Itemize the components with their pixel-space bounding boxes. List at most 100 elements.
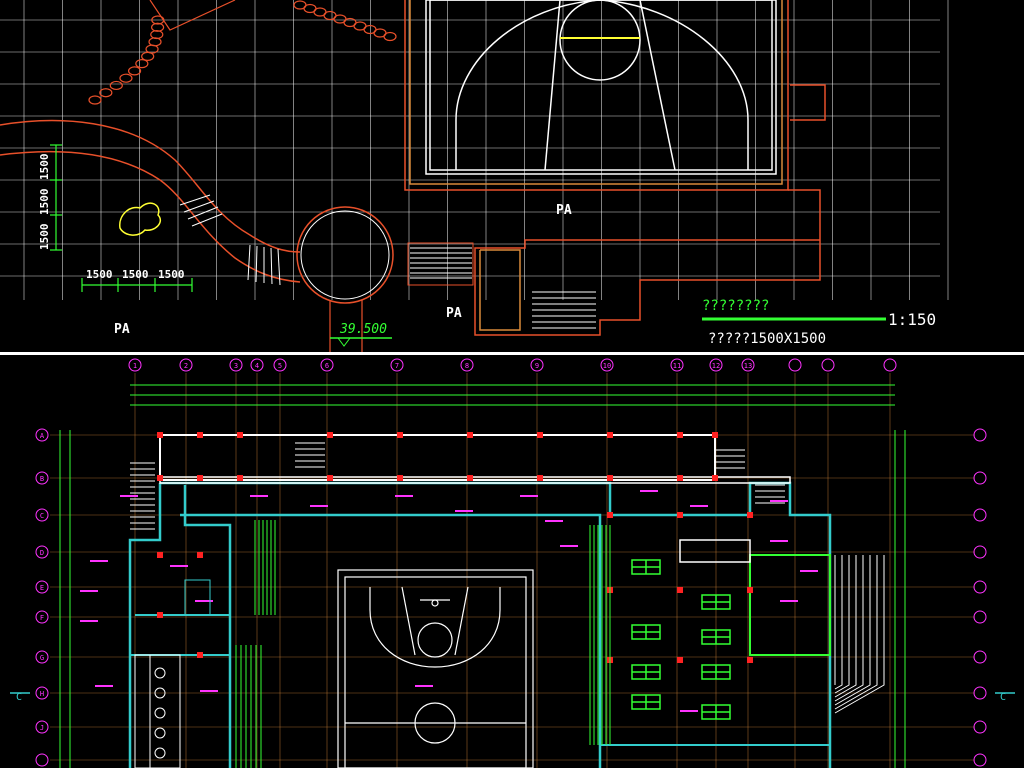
column-axis-bubble bbox=[788, 358, 802, 372]
column-marker bbox=[197, 475, 203, 481]
column-marker bbox=[197, 432, 203, 438]
annotation-text-mark bbox=[640, 490, 658, 492]
legend-title: ???????? bbox=[702, 298, 769, 314]
column-marker bbox=[537, 475, 543, 481]
area-label-left: PA bbox=[114, 322, 130, 337]
column-marker bbox=[237, 475, 243, 481]
column-marker bbox=[677, 587, 683, 593]
row-axis-bubble bbox=[973, 753, 987, 767]
row-axis-bubble bbox=[35, 753, 49, 767]
column-marker bbox=[397, 432, 403, 438]
column-axis-label: 3 bbox=[234, 362, 238, 370]
column-marker bbox=[237, 432, 243, 438]
planting-bead bbox=[383, 31, 397, 42]
vertical-dimension bbox=[50, 144, 62, 251]
building-stair bbox=[532, 291, 596, 329]
column-marker bbox=[467, 475, 473, 481]
column-axis-label: 10 bbox=[603, 362, 611, 370]
row-axis-bubble bbox=[973, 545, 987, 559]
annotation-text-mark bbox=[690, 505, 708, 507]
legend-grid-size: ?????1500X1500 bbox=[708, 331, 826, 347]
column-marker bbox=[157, 432, 163, 438]
row-axis-bubble bbox=[973, 610, 987, 624]
column-marker bbox=[157, 612, 163, 618]
column-marker bbox=[712, 432, 718, 438]
row-axis-bubble bbox=[973, 508, 987, 522]
left-service-rooms bbox=[134, 579, 211, 768]
annotation-text-mark bbox=[415, 685, 433, 687]
column-marker bbox=[747, 587, 753, 593]
dim-v-3: 1500 bbox=[38, 154, 51, 181]
annotation-text-mark bbox=[250, 495, 268, 497]
row-axis-label: F bbox=[40, 614, 44, 622]
bleacher-seating bbox=[235, 520, 611, 768]
dim-v-2: 1500 bbox=[38, 189, 51, 216]
planting-bead bbox=[99, 88, 113, 98]
column-axis-label: 8 bbox=[465, 362, 469, 370]
structural-columns bbox=[157, 432, 753, 663]
stair-top bbox=[295, 442, 325, 468]
column-marker bbox=[157, 475, 163, 481]
annotation-text-mark bbox=[95, 685, 113, 687]
annotation-text-mark bbox=[120, 495, 138, 497]
row-axis-bubble bbox=[973, 686, 987, 700]
column-marker bbox=[197, 552, 203, 558]
column-marker bbox=[197, 652, 203, 658]
column-marker bbox=[677, 432, 683, 438]
column-marker bbox=[677, 657, 683, 663]
floor-plan-panel: 12345678910111213 ABCDEFGHJ bbox=[0, 355, 1024, 768]
planting-bead bbox=[88, 95, 102, 105]
planting-bead bbox=[119, 73, 133, 83]
annotation-text-mark bbox=[170, 565, 188, 567]
column-axis-label: 9 bbox=[535, 362, 539, 370]
column-marker bbox=[467, 432, 473, 438]
elevation-value: 39.500 bbox=[339, 322, 387, 337]
planting-bead bbox=[148, 37, 162, 47]
column-axes: 1 2 3 4 5 6 7 8 9 10 11 12 13 bbox=[128, 358, 897, 768]
annotation-text-mark bbox=[200, 690, 218, 692]
annotation-text-mark bbox=[770, 540, 788, 542]
row-axis-bubble bbox=[973, 580, 987, 594]
site-plan-drawing: 1500 1500 1500 1500 1500 1500 PA PA PA 3… bbox=[0, 0, 949, 352]
column-marker bbox=[157, 552, 163, 558]
column-marker bbox=[607, 432, 613, 438]
row-axis-label: E bbox=[40, 584, 44, 592]
site-grid bbox=[0, 0, 949, 300]
row-axis-label: C bbox=[40, 512, 44, 520]
annotation-text-mark bbox=[455, 510, 473, 512]
column-axis-bubble bbox=[883, 358, 897, 372]
dim-h-2: 1500 bbox=[122, 268, 149, 281]
row-axis-bubble bbox=[973, 720, 987, 734]
column-marker bbox=[607, 475, 613, 481]
row-axis-label: J bbox=[40, 724, 44, 732]
planting-bead bbox=[127, 66, 142, 76]
column-axis-bubble bbox=[821, 358, 835, 372]
column-marker bbox=[607, 512, 613, 518]
annotation-text-mark bbox=[770, 500, 788, 502]
column-axis-label: 2 bbox=[184, 362, 188, 370]
floor-plan-drawing: 12345678910111213 ABCDEFGHJ bbox=[10, 358, 1015, 768]
column-marker bbox=[677, 512, 683, 518]
row-axis-label: D bbox=[40, 549, 44, 557]
step-line bbox=[834, 555, 871, 706]
column-marker bbox=[327, 432, 333, 438]
column-marker bbox=[677, 475, 683, 481]
annotation-text-mark bbox=[310, 505, 328, 507]
area-label-entry: PA bbox=[446, 306, 462, 321]
column-marker bbox=[712, 475, 718, 481]
column-marker bbox=[747, 512, 753, 518]
annotation-text-mark bbox=[520, 495, 538, 497]
annotation-text-mark bbox=[560, 545, 578, 547]
column-axis-label: 5 bbox=[278, 362, 282, 370]
elevation-marker: 39.500 bbox=[330, 322, 392, 347]
annotation-text-mark bbox=[395, 495, 413, 497]
annotation-text-mark bbox=[780, 600, 798, 602]
annotation-text-mark bbox=[80, 590, 98, 592]
horizontal-dimension-labels: 1500 1500 1500 bbox=[86, 268, 185, 281]
step-line bbox=[834, 555, 843, 690]
plaza-stair bbox=[407, 242, 474, 286]
basketball-court bbox=[337, 569, 534, 768]
dim-h-3: 1500 bbox=[158, 268, 185, 281]
shrub-symbol bbox=[119, 202, 162, 236]
area-label-court: PA bbox=[556, 203, 572, 218]
